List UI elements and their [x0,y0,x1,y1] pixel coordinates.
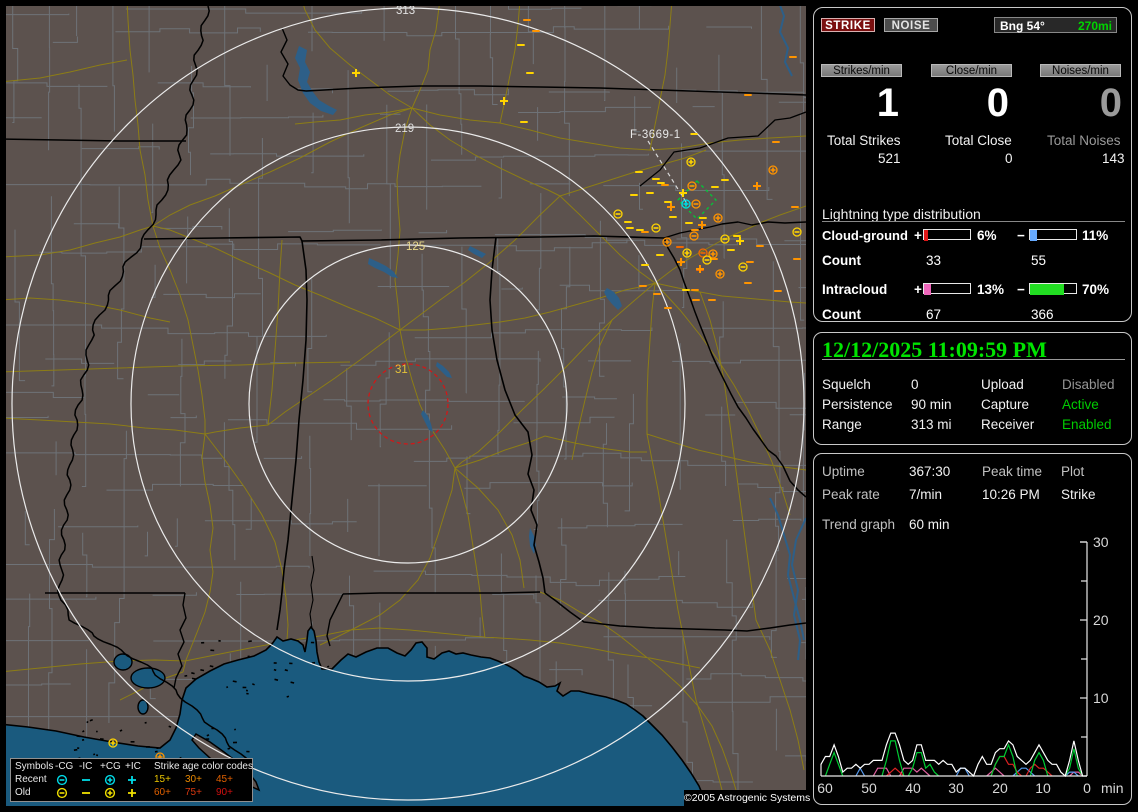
svg-text:10: 10 [1035,780,1051,796]
svg-text:219: 219 [395,123,414,135]
svg-text:60: 60 [817,780,833,796]
svg-text:50: 50 [861,780,877,796]
svg-text:125: 125 [406,241,425,253]
svg-text:min: min [1101,780,1124,796]
svg-text:30: 30 [948,780,964,796]
svg-text:0: 0 [1083,780,1091,796]
svg-text:31: 31 [395,364,408,376]
svg-text:10: 10 [1093,690,1109,706]
svg-text:F-3669-1: F-3669-1 [630,129,681,141]
svg-text:20: 20 [1093,612,1109,628]
svg-text:20: 20 [992,780,1008,796]
svg-text:30: 30 [1093,534,1109,550]
svg-text:313: 313 [396,6,415,17]
svg-text:40: 40 [905,780,921,796]
